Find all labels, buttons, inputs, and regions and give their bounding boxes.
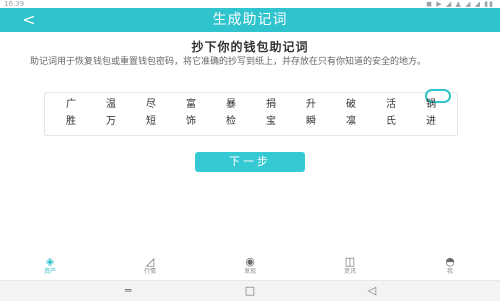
mnemonic-word: 捐 xyxy=(266,99,276,110)
tab-news[interactable]: ◫ 资讯 xyxy=(320,254,380,280)
mnemonic-card: 广 温 尽 富 暴 捐 升 破 活 锅 胜 万 短 饰 检 宝 瞬 凛 氏 进 xyxy=(44,89,458,136)
tab-label: 发现 xyxy=(243,268,256,275)
tab-label: 资讯 xyxy=(343,268,356,275)
tab-label: 我 xyxy=(446,268,453,275)
mnemonic-word: 饰 xyxy=(186,116,196,127)
tab-discover[interactable]: ◉ 发现 xyxy=(220,254,280,280)
mnemonic-word: 氏 xyxy=(386,116,396,127)
wallet-icon: ◈ xyxy=(45,255,55,268)
mnemonic-word: 暴 xyxy=(226,99,236,110)
app-header: < 生成助记词 xyxy=(0,8,500,32)
mnemonic-word: 凛 xyxy=(346,116,356,127)
discover-icon: ◉ xyxy=(245,255,255,268)
tab-label: 资产 xyxy=(43,268,56,275)
status-bar: 16:39 ◼ ▶ ◢ ▲ ◢ ◢ ▮▮ xyxy=(0,0,500,8)
mnemonic-word: 胜 xyxy=(66,116,76,127)
mnemonic-word: 宝 xyxy=(266,116,276,127)
mnemonic-word: 温 xyxy=(106,99,116,110)
mnemonic-word: 富 xyxy=(186,99,196,110)
tab-label: 行情 xyxy=(143,268,156,275)
home-icon[interactable]: □ xyxy=(240,283,260,299)
bottom-tab-bar: ◈ 资产 ◿ 行情 ◉ 发现 ◫ 资讯 ◓ 我 xyxy=(0,254,500,280)
mnemonic-word: 破 xyxy=(346,99,356,110)
mnemonic-word: 升 xyxy=(306,99,316,110)
next-step-button[interactable]: 下一步 xyxy=(195,152,305,172)
mnemonic-word: 锅 xyxy=(426,99,436,110)
mnemonic-word: 万 xyxy=(106,116,116,127)
mnemonic-word: 尽 xyxy=(146,99,156,110)
chart-icon: ◿ xyxy=(145,255,155,268)
menu-icon[interactable]: ═ xyxy=(118,283,138,299)
tab-assets[interactable]: ◈ 资产 xyxy=(20,254,80,280)
mnemonic-word: 进 xyxy=(426,116,436,127)
back-icon[interactable]: ◁ xyxy=(362,283,382,299)
news-icon: ◫ xyxy=(344,255,356,268)
description-text: 助记词用于恢复钱包或重置钱包密码，将它准确的抄写到纸上，并存放在只有你知道的安全… xyxy=(30,57,427,67)
profile-icon: ◓ xyxy=(445,255,455,268)
mnemonic-word: 检 xyxy=(226,116,236,127)
tab-profile[interactable]: ◓ 我 xyxy=(420,254,480,280)
page-title: 生成助记词 xyxy=(212,12,288,28)
mnemonic-word: 广 xyxy=(66,99,76,110)
section-heading: 抄下你的钱包助记词 xyxy=(191,40,309,54)
system-nav-bar: ═ □ ◁ xyxy=(0,280,500,301)
mnemonic-word: 活 xyxy=(386,99,396,110)
mnemonic-word: 瞬 xyxy=(306,116,316,127)
mnemonic-word: 短 xyxy=(146,116,156,127)
tab-market[interactable]: ◿ 行情 xyxy=(120,254,180,280)
status-indicators: ◼ ▶ ◢ ▲ ◢ ◢ ▮▮ xyxy=(426,0,494,8)
status-time: 16:39 xyxy=(4,0,25,8)
mnemonic-grid: 广 温 尽 富 暴 捐 升 破 活 锅 胜 万 短 饰 检 宝 瞬 凛 氏 进 xyxy=(51,98,451,128)
